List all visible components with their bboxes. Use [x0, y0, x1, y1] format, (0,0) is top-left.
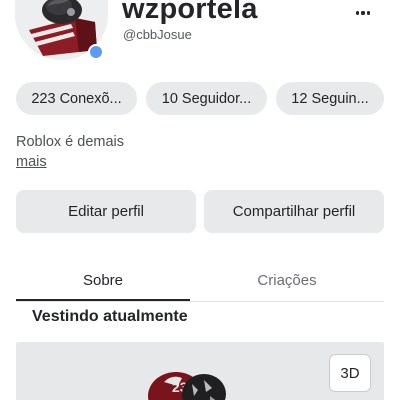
section-title: Vestindo atualmente — [32, 308, 188, 325]
bio-more-link[interactable]: mais — [16, 154, 47, 170]
connections-pill[interactable]: 223 Conexõ... — [16, 82, 137, 115]
followers-pill[interactable]: 10 Seguidor... — [146, 82, 267, 115]
toggle-3d-button[interactable]: 3D — [329, 354, 371, 392]
online-status-indicator — [88, 44, 104, 60]
username-handle: @cbbJosue — [123, 27, 192, 42]
tab-creations[interactable]: Criações — [200, 260, 374, 300]
edit-profile-button[interactable]: Editar perfil — [16, 190, 196, 233]
avatar-3d-preview: 23 — [148, 372, 226, 400]
tabs-divider — [16, 301, 384, 302]
following-pill[interactable]: 12 Seguin... — [276, 82, 384, 115]
tab-about[interactable]: Sobre — [16, 260, 190, 300]
profile-bio: Roblox é demais — [16, 134, 124, 150]
more-horizontal-icon — [356, 11, 360, 15]
display-name: wzportela — [122, 0, 258, 25]
more-options-button[interactable] — [350, 4, 376, 22]
share-profile-button[interactable]: Compartilhar perfil — [204, 190, 384, 233]
